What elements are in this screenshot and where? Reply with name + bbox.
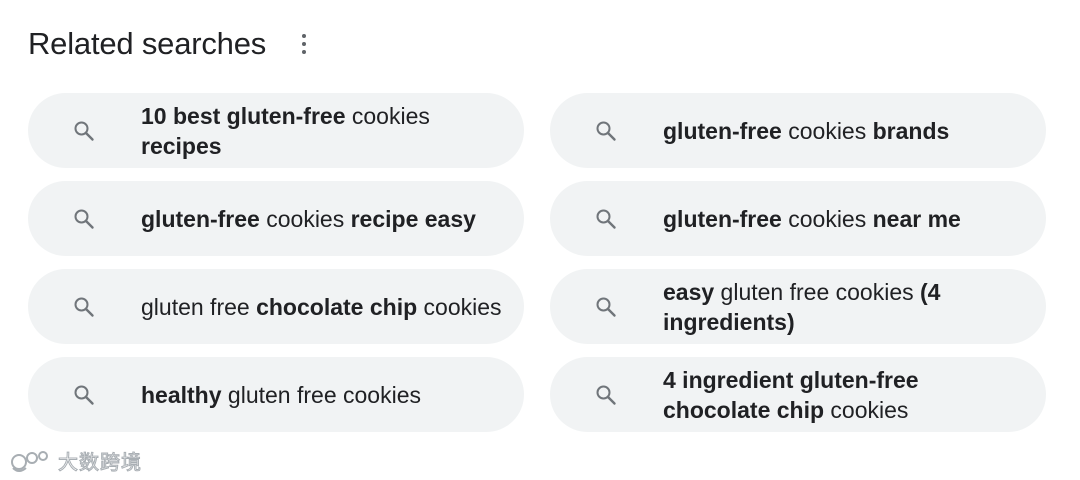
related-searches-grid: 10 best gluten-free cookies recipes glute… xyxy=(28,93,1046,432)
related-search-chip[interactable]: gluten-free cookies recipe easy xyxy=(28,181,524,256)
bold-text-segment: recipe easy xyxy=(350,205,476,232)
text-segment: gluten free xyxy=(141,293,257,320)
related-search-text: easy gluten free cookies (4 ingredients) xyxy=(663,277,1046,337)
bold-text-segment: near me xyxy=(872,205,961,232)
text-segment: cookies xyxy=(781,205,873,232)
bold-text-segment: chocolate chip xyxy=(256,293,418,320)
text-segment: cookies xyxy=(345,102,430,129)
related-search-text: 4 ingredient gluten-free chocolate chip … xyxy=(663,365,1046,425)
bold-text-segment: recipes xyxy=(141,132,222,159)
search-icon xyxy=(74,121,94,141)
related-search-text: healthy gluten free cookies xyxy=(141,380,439,410)
watermark-text: 大数跨境 xyxy=(58,450,142,475)
related-search-text: 10 best gluten-free cookies recipes xyxy=(141,101,524,161)
related-searches-header: Related searches xyxy=(28,22,316,66)
bold-text-segment: 10 best gluten-free xyxy=(141,102,346,129)
search-icon xyxy=(596,209,616,229)
bold-text-segment: brands xyxy=(872,117,950,144)
related-search-chip[interactable]: healthy gluten free cookies xyxy=(28,357,524,432)
related-search-chip[interactable]: gluten-free cookies brands xyxy=(550,93,1046,168)
search-icon xyxy=(74,209,94,229)
related-search-text: gluten free chocolate chip cookies xyxy=(141,292,520,322)
bold-text-segment: gluten-free xyxy=(663,117,782,144)
bold-text-segment: gluten-free xyxy=(141,205,260,232)
text-segment: cookies xyxy=(417,293,502,320)
related-search-chip[interactable]: 10 best gluten-free cookies recipes xyxy=(28,93,524,168)
text-segment: cookies xyxy=(824,396,909,423)
search-icon xyxy=(596,121,616,141)
watermark-logo-icon xyxy=(11,450,48,472)
search-icon xyxy=(74,297,94,317)
related-search-chip[interactable]: gluten-free cookies near me xyxy=(550,181,1046,256)
related-search-chip[interactable]: 4 ingredient gluten-free chocolate chip … xyxy=(550,357,1046,432)
related-search-chip[interactable]: gluten free chocolate chip cookies xyxy=(28,269,524,344)
related-search-text: gluten-free cookies recipe easy xyxy=(141,204,494,234)
text-segment: gluten free cookies xyxy=(714,278,921,305)
bold-text-segment: easy xyxy=(663,278,715,305)
section-title: Related searches xyxy=(28,26,267,61)
bold-text-segment: healthy xyxy=(141,381,222,408)
search-icon xyxy=(74,385,94,405)
related-searches-panel: Related searches 10 best gluten-free coo… xyxy=(0,0,1080,480)
text-segment: cookies xyxy=(781,117,873,144)
related-search-chip[interactable]: easy gluten free cookies (4 ingredients) xyxy=(550,269,1046,344)
text-segment: cookies xyxy=(259,205,351,232)
search-icon xyxy=(596,385,616,405)
more-options-icon[interactable] xyxy=(292,26,316,62)
bold-text-segment: gluten-free xyxy=(663,205,782,232)
watermark: 大数跨境 xyxy=(10,446,142,475)
text-segment: gluten free cookies xyxy=(221,381,421,408)
search-icon xyxy=(596,297,616,317)
related-search-text: gluten-free cookies near me xyxy=(663,204,979,234)
related-search-text: gluten-free cookies brands xyxy=(663,116,967,146)
